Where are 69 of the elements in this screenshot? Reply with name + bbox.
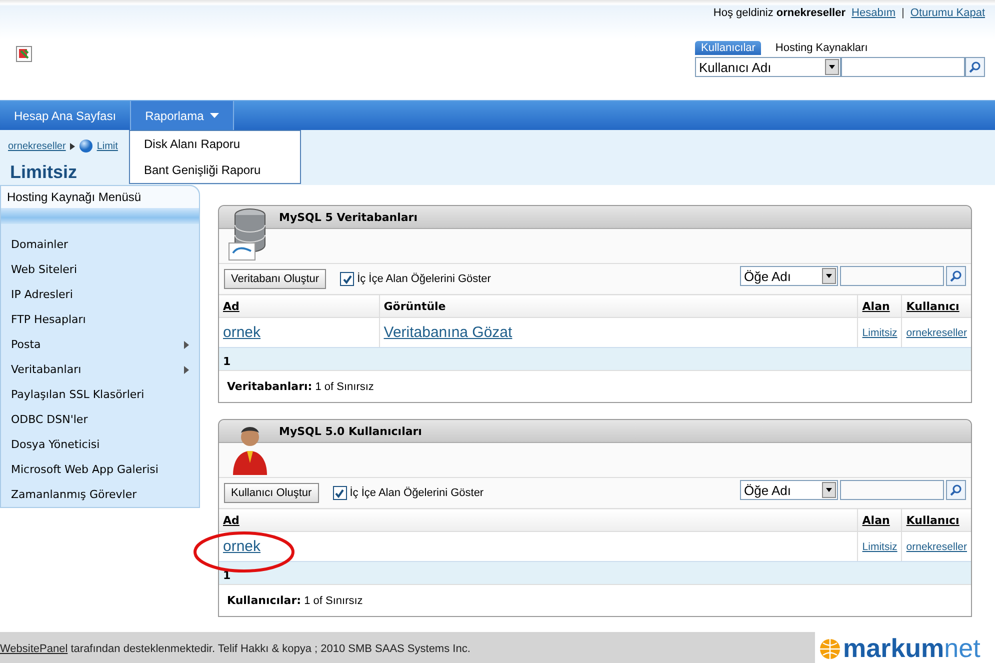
search-button[interactable] bbox=[946, 266, 966, 286]
breadcrumb-arrow-icon bbox=[70, 142, 75, 150]
checkbox[interactable] bbox=[332, 486, 347, 500]
create-button[interactable]: Kullanıcı Oluştur bbox=[224, 483, 319, 503]
dropdown[interactable]: Öğe Adı bbox=[740, 266, 838, 286]
menu-item[interactable]: Bant Genişliği Raporu bbox=[130, 157, 300, 183]
panel-title: MySQL 5.0 Kullanıcıları bbox=[219, 420, 971, 443]
menu-item[interactable]: Disk Alanı Raporu bbox=[130, 131, 300, 157]
search-icon bbox=[969, 61, 981, 73]
table-link[interactable]: ornekreseller bbox=[906, 326, 967, 338]
table-link[interactable]: Veritabanına Gözat bbox=[384, 324, 512, 341]
sidebar-item[interactable]: Zamanlanmış Görevler bbox=[1, 482, 199, 507]
panel-title: MySQL 5 Veritabanları bbox=[219, 206, 971, 229]
account-link[interactable]: Oturumu Kapat bbox=[910, 7, 985, 19]
search-icon bbox=[950, 484, 962, 496]
sidebar-item[interactable]: IP Adresleri bbox=[1, 282, 199, 307]
footer-link[interactable]: WebsitePanel bbox=[0, 642, 68, 654]
sidebar-item[interactable]: Veritabanları bbox=[1, 357, 199, 382]
table-link[interactable]: ornek bbox=[223, 538, 261, 555]
dropdown[interactable]: Öğe Adı bbox=[740, 480, 838, 500]
breadcrumb-link[interactable]: Limit bbox=[96, 140, 118, 152]
checkbox-label: İç İçe Alan Öğelerini Göster bbox=[350, 487, 484, 499]
logo-text: markumnet bbox=[843, 633, 980, 663]
summary-text: Kullanıcılar: 1 of Sınırsız bbox=[219, 584, 971, 616]
table-link[interactable]: ornekreseller bbox=[906, 540, 967, 552]
sidebar-item[interactable]: Posta bbox=[1, 332, 199, 357]
globe-logo-icon bbox=[819, 638, 841, 660]
broken-image-icon bbox=[16, 46, 32, 62]
search-field[interactable] bbox=[841, 57, 965, 77]
column-header-link[interactable]: Ad bbox=[223, 300, 240, 312]
table-link[interactable]: Limitsiz bbox=[862, 326, 898, 338]
caret-icon bbox=[210, 113, 219, 118]
account-link[interactable]: Hesabım bbox=[852, 7, 896, 19]
breadcrumb-link[interactable]: ornekreseller bbox=[8, 140, 66, 152]
checkbox-label: İç İçe Alan Öğelerini Göster bbox=[357, 273, 491, 285]
search-button[interactable] bbox=[965, 57, 985, 77]
summary-text: Veritabanları: 1 of Sınırsız bbox=[219, 370, 971, 402]
sidebar-item[interactable]: Microsoft Web App Galerisi bbox=[1, 457, 199, 482]
sidebar-title: Hosting Kaynağı Menüsü bbox=[1, 186, 199, 208]
sidebar-item[interactable]: Paylaşılan SSL Klasörleri bbox=[1, 382, 199, 407]
sidebar-item[interactable]: Web Siteleri bbox=[1, 257, 199, 282]
sidebar-item[interactable]: Dosya Yöneticisi bbox=[1, 432, 199, 457]
page-title: Limitsiz bbox=[10, 162, 78, 183]
sidebar-item[interactable]: Domainler bbox=[1, 232, 199, 257]
separator: | bbox=[902, 7, 904, 19]
checkbox[interactable] bbox=[340, 272, 354, 286]
nav-item[interactable]: Raporlama bbox=[130, 101, 234, 130]
table-link[interactable]: Limitsiz bbox=[862, 540, 898, 552]
search-field[interactable] bbox=[840, 266, 944, 286]
footer-text: WebsitePanel tarafından desteklenmektedir. Telif Hakkı & kopya ; 2010 SMB SAAS Systems Inc. bbox=[0, 642, 470, 654]
sidebar-item[interactable]: ODBC DSN'ler bbox=[1, 407, 199, 432]
search-tab[interactable]: Kullanıcılar bbox=[695, 41, 762, 55]
globe-icon bbox=[78, 139, 93, 153]
sidebar-item[interactable]: FTP Hesapları bbox=[1, 307, 199, 332]
welcome-text: Hoş geldiniz ornekreseller bbox=[713, 7, 846, 19]
table-link[interactable]: ornek bbox=[223, 324, 261, 341]
check-icon bbox=[335, 488, 344, 498]
column-header: Görüntüle bbox=[379, 294, 858, 318]
dropdown[interactable]: Kullanıcı Adı bbox=[695, 57, 841, 77]
nav-item[interactable]: Hesap Ana Sayfası bbox=[0, 101, 130, 130]
check-icon bbox=[342, 274, 352, 284]
column-header-link[interactable]: Ad bbox=[223, 514, 240, 526]
search-button[interactable] bbox=[946, 480, 966, 500]
create-button[interactable]: Veritabanı Oluştur bbox=[224, 269, 326, 289]
search-icon bbox=[950, 270, 962, 282]
page-number: 1 bbox=[219, 561, 971, 584]
search-tab[interactable]: Hosting Kaynakları bbox=[769, 41, 874, 55]
page-number: 1 bbox=[219, 347, 971, 370]
search-field[interactable] bbox=[840, 480, 944, 500]
